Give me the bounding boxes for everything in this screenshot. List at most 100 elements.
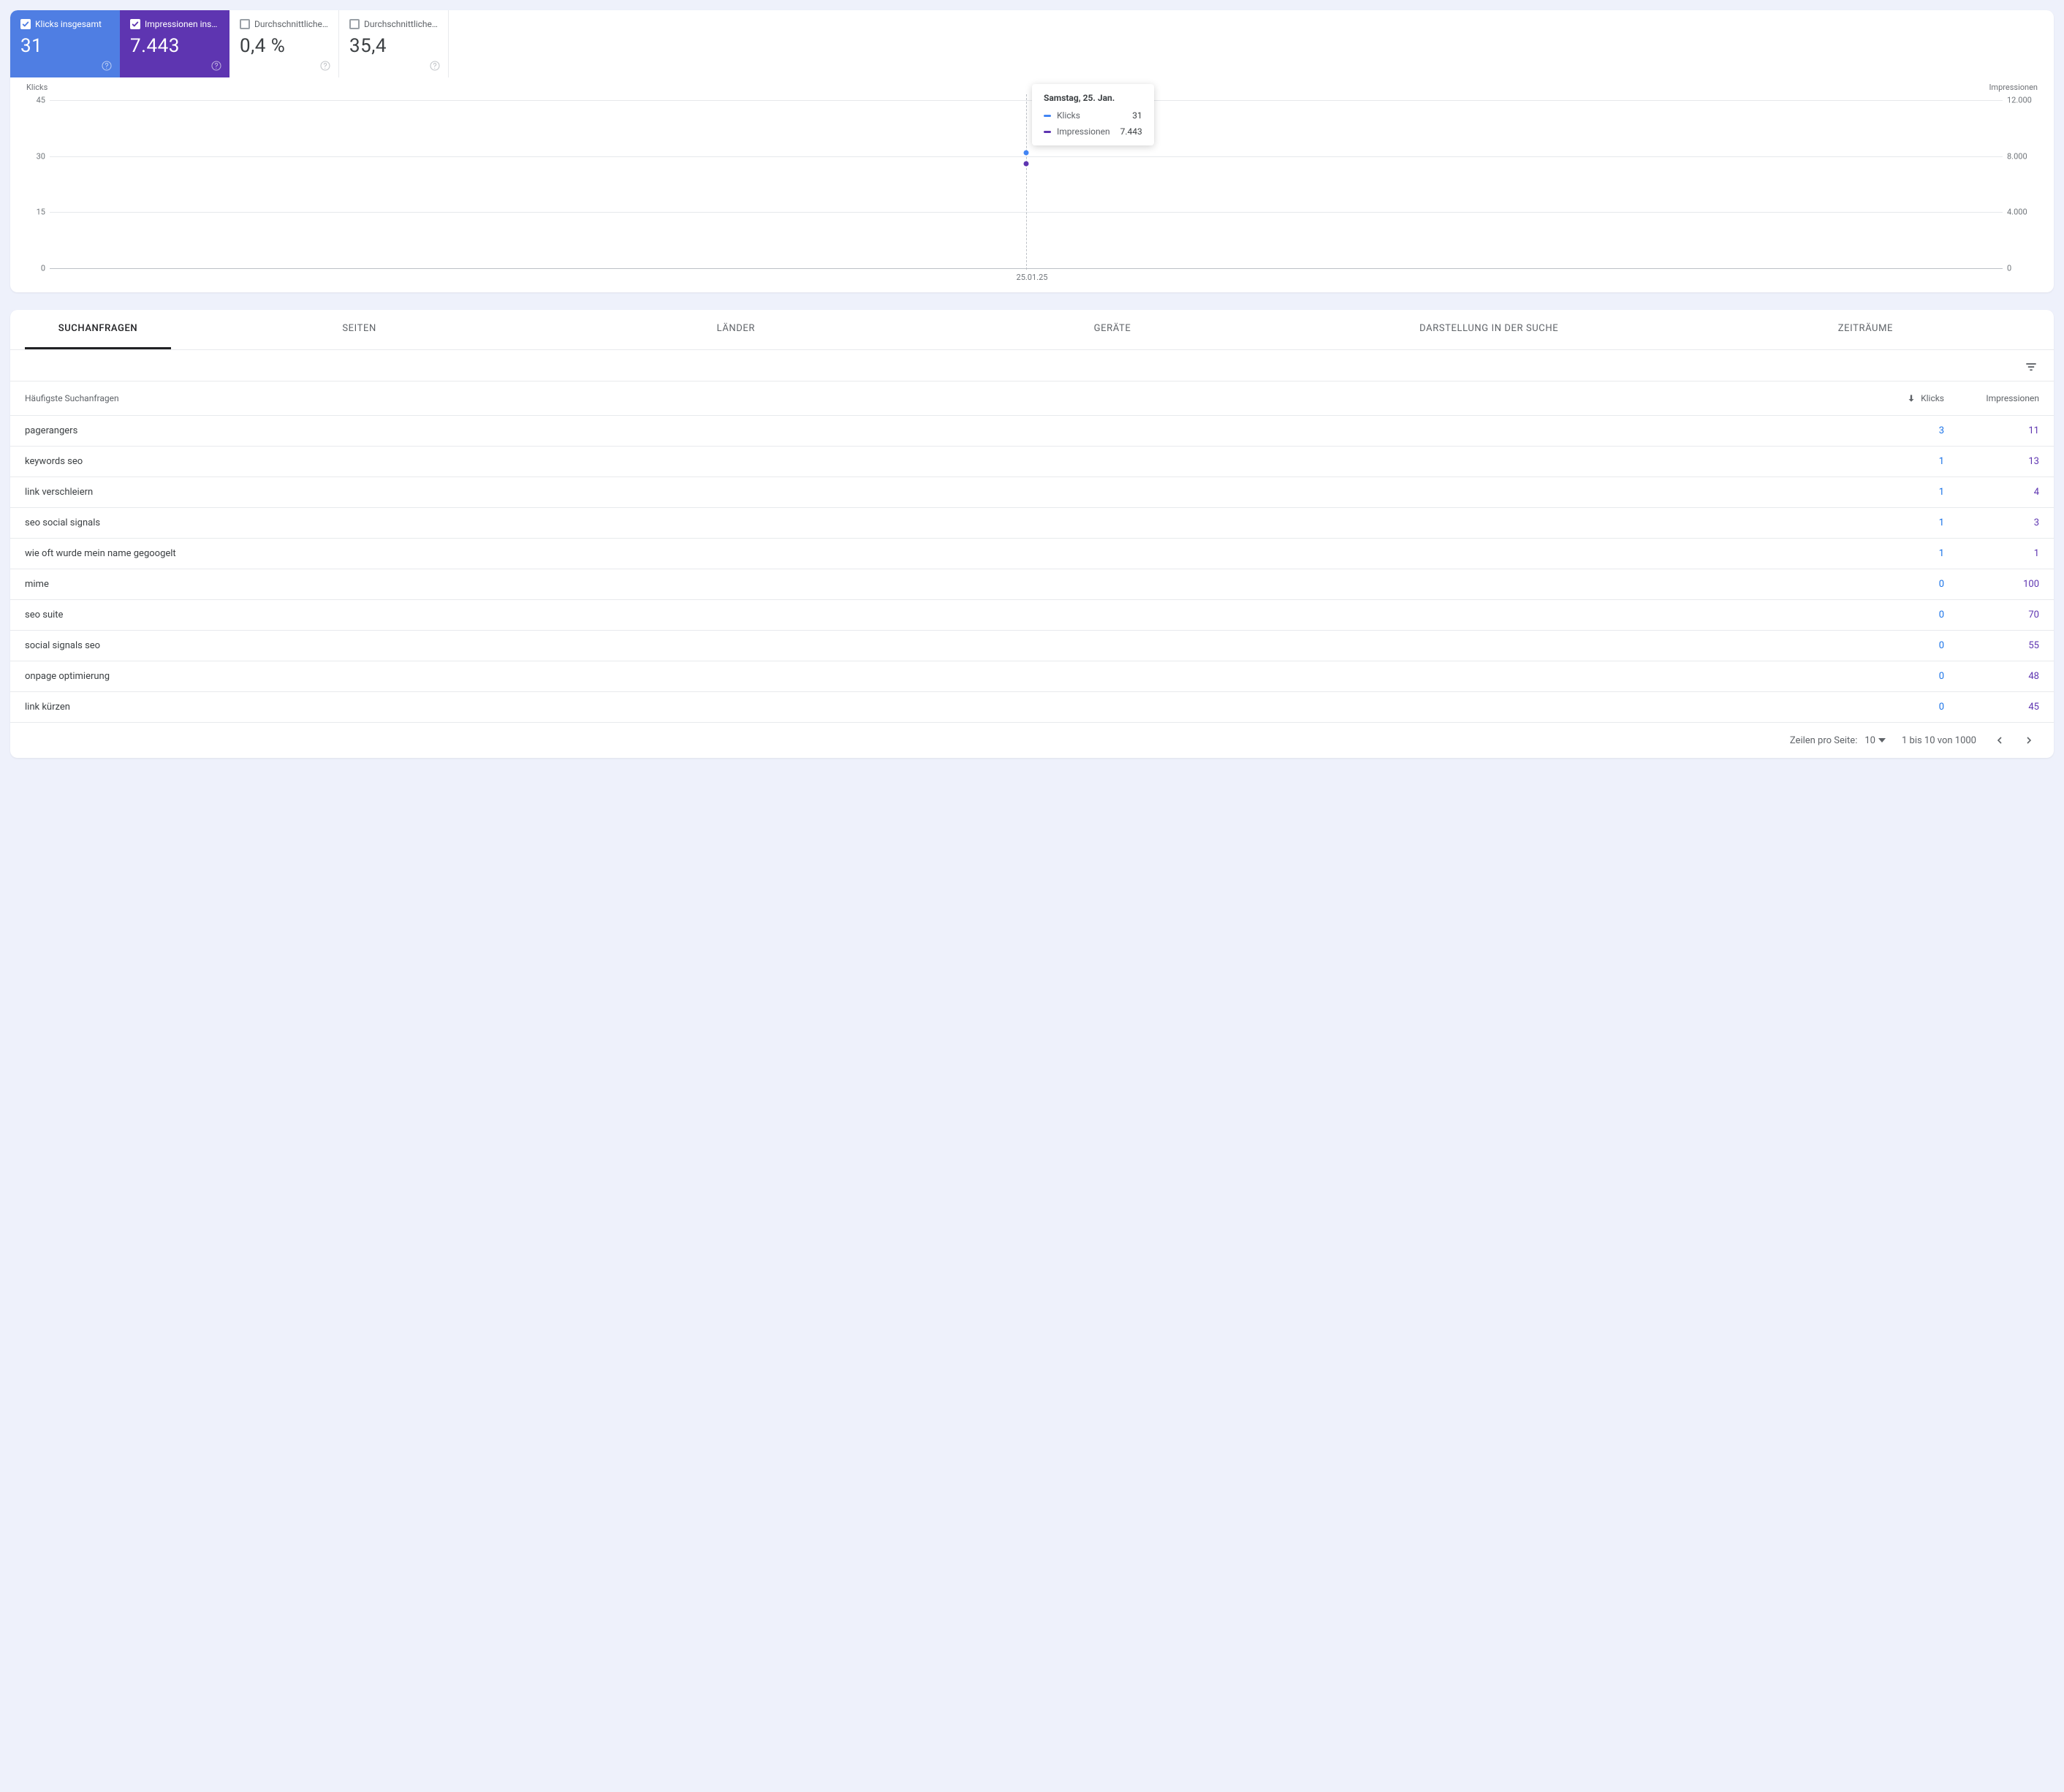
tab-countries[interactable]: LÄNDER xyxy=(547,310,924,349)
cell-clicks: 0 xyxy=(1856,702,1944,713)
help-icon[interactable] xyxy=(319,60,331,72)
rows-per-page-select[interactable]: 10 xyxy=(1864,735,1886,746)
checkbox-checked-icon xyxy=(20,19,31,29)
y-axis-left-title: Klicks xyxy=(26,83,48,92)
cell-query: wie oft wurde mein name gegoogelt xyxy=(25,548,1856,559)
metric-value: 35,4 xyxy=(349,35,438,57)
metric-value: 31 xyxy=(20,35,110,57)
cell-clicks: 1 xyxy=(1856,548,1944,559)
tab-dateranges[interactable]: ZEITRÄUME xyxy=(1677,310,2054,349)
cell-clicks: 1 xyxy=(1856,487,1944,498)
metric-tile-ctr[interactable]: Durchschnittliche… 0,4 % xyxy=(229,10,339,77)
pager-range: 1 bis 10 von 1000 xyxy=(1902,735,1976,746)
table-row[interactable]: pagerangers311 xyxy=(10,416,2054,447)
cell-clicks: 3 xyxy=(1856,425,1944,436)
performance-card: Klicks insgesamt 31 Impressionen ins… 7.… xyxy=(10,10,2054,292)
y-axis-right-title: Impressionen xyxy=(1989,83,2038,92)
column-header-query[interactable]: Häufigste Suchanfragen xyxy=(25,393,1856,403)
table-body: pagerangers311keywords seo113link versch… xyxy=(10,416,2054,723)
column-header-impressions[interactable]: Impressionen xyxy=(1944,393,2039,403)
metric-label: Impressionen ins… xyxy=(145,19,217,29)
metric-label: Durchschnittliche… xyxy=(254,19,328,29)
cell-query: seo suite xyxy=(25,610,1856,620)
tab-search-appearance[interactable]: DARSTELLUNG IN DER SUCHE xyxy=(1301,310,1677,349)
cell-clicks: 0 xyxy=(1856,610,1944,620)
table-row[interactable]: seo social signals13 xyxy=(10,508,2054,539)
metric-label: Klicks insgesamt xyxy=(35,19,102,29)
cell-impressions: 3 xyxy=(1944,517,2039,528)
help-icon[interactable] xyxy=(429,60,441,72)
cell-clicks: 0 xyxy=(1856,579,1944,590)
y-right-tick: 8.000 xyxy=(2007,151,2039,161)
help-icon[interactable] xyxy=(210,60,222,72)
checkbox-unchecked-icon xyxy=(240,19,250,29)
metric-value: 7.443 xyxy=(130,35,219,57)
cell-query: seo social signals xyxy=(25,517,1856,528)
table-row[interactable]: mime0100 xyxy=(10,569,2054,600)
cell-clicks: 0 xyxy=(1856,640,1944,651)
tab-pages[interactable]: SEITEN xyxy=(171,310,547,349)
caret-down-icon xyxy=(1878,738,1886,743)
checkbox-unchecked-icon xyxy=(349,19,360,29)
cell-impressions: 1 xyxy=(1944,548,2039,559)
tooltip-key: Klicks xyxy=(1057,110,1080,121)
tab-devices[interactable]: GERÄTE xyxy=(924,310,1300,349)
help-icon[interactable] xyxy=(101,60,113,72)
cell-impressions: 55 xyxy=(1944,640,2039,651)
cell-query: link kürzen xyxy=(25,702,1856,713)
tooltip-value: 31 xyxy=(1132,110,1142,121)
y-right-tick: 4.000 xyxy=(2007,208,2039,217)
cell-clicks: 1 xyxy=(1856,456,1944,467)
cell-query: onpage optimierung xyxy=(25,671,1856,682)
cell-impressions: 70 xyxy=(1944,610,2039,620)
checkbox-checked-icon xyxy=(130,19,140,29)
chart-area: Klicks Impressionen 45 30 15 0 12.000 8.… xyxy=(10,78,2054,292)
y-left-tick: 30 xyxy=(25,151,45,161)
tab-bar: SUCHANFRAGEN SEITEN LÄNDER GERÄTE DARSTE… xyxy=(10,310,2054,350)
metric-tile-clicks[interactable]: Klicks insgesamt 31 xyxy=(10,10,120,77)
pager-prev-button[interactable] xyxy=(1992,733,2007,748)
metric-tile-impressions[interactable]: Impressionen ins… 7.443 xyxy=(120,10,229,77)
y-right-tick: 12.000 xyxy=(2007,96,2039,105)
table-row[interactable]: social signals seo055 xyxy=(10,631,2054,661)
chart-point-clicks xyxy=(1024,150,1029,155)
sort-descending-icon xyxy=(1906,393,1916,403)
tooltip-key: Impressionen xyxy=(1057,126,1110,137)
cell-query: keywords seo xyxy=(25,456,1856,467)
table-row[interactable]: onpage optimierung048 xyxy=(10,661,2054,692)
cell-query: pagerangers xyxy=(25,425,1856,436)
cell-impressions: 45 xyxy=(1944,702,2039,713)
table-row[interactable]: keywords seo113 xyxy=(10,447,2054,477)
chart-plot[interactable]: 45 30 15 0 12.000 8.000 4.000 0 Samstag,… xyxy=(50,100,2003,268)
column-header-clicks[interactable]: Klicks xyxy=(1856,393,1944,403)
cell-query: link verschleiern xyxy=(25,487,1856,498)
y-left-tick: 15 xyxy=(25,208,45,217)
chart-point-impressions xyxy=(1024,162,1029,167)
table-row[interactable]: seo suite070 xyxy=(10,600,2054,631)
filter-icon[interactable] xyxy=(2023,359,2039,375)
x-axis-tick: 25.01.25 xyxy=(23,273,2041,282)
tab-queries[interactable]: SUCHANFRAGEN xyxy=(25,310,171,349)
tooltip-value: 7.443 xyxy=(1120,126,1142,137)
cell-clicks: 0 xyxy=(1856,671,1944,682)
cell-impressions: 13 xyxy=(1944,456,2039,467)
cell-impressions: 100 xyxy=(1944,579,2039,590)
y-right-tick: 0 xyxy=(2007,264,2039,273)
cell-query: mime xyxy=(25,579,1856,590)
metric-tiles: Klicks insgesamt 31 Impressionen ins… 7.… xyxy=(10,10,2054,78)
queries-card: SUCHANFRAGEN SEITEN LÄNDER GERÄTE DARSTE… xyxy=(10,310,2054,758)
y-left-tick: 0 xyxy=(25,264,45,273)
chart-hover-line xyxy=(1026,94,1027,270)
legend-swatch-icon xyxy=(1044,115,1051,117)
table-row[interactable]: link kürzen045 xyxy=(10,692,2054,723)
metric-tile-position[interactable]: Durchschnittliche… 35,4 xyxy=(339,10,449,77)
table-row[interactable]: wie oft wurde mein name gegoogelt11 xyxy=(10,539,2054,569)
table-pager: Zeilen pro Seite: 10 1 bis 10 von 1000 xyxy=(10,723,2054,758)
table-header: Häufigste Suchanfragen Klicks Impression… xyxy=(10,381,2054,416)
table-row[interactable]: link verschleiern14 xyxy=(10,477,2054,508)
cell-impressions: 11 xyxy=(1944,425,2039,436)
tooltip-title: Samstag, 25. Jan. xyxy=(1044,93,1142,103)
metric-value: 0,4 % xyxy=(240,35,328,57)
pager-next-button[interactable] xyxy=(2022,733,2036,748)
legend-swatch-icon xyxy=(1044,131,1051,133)
